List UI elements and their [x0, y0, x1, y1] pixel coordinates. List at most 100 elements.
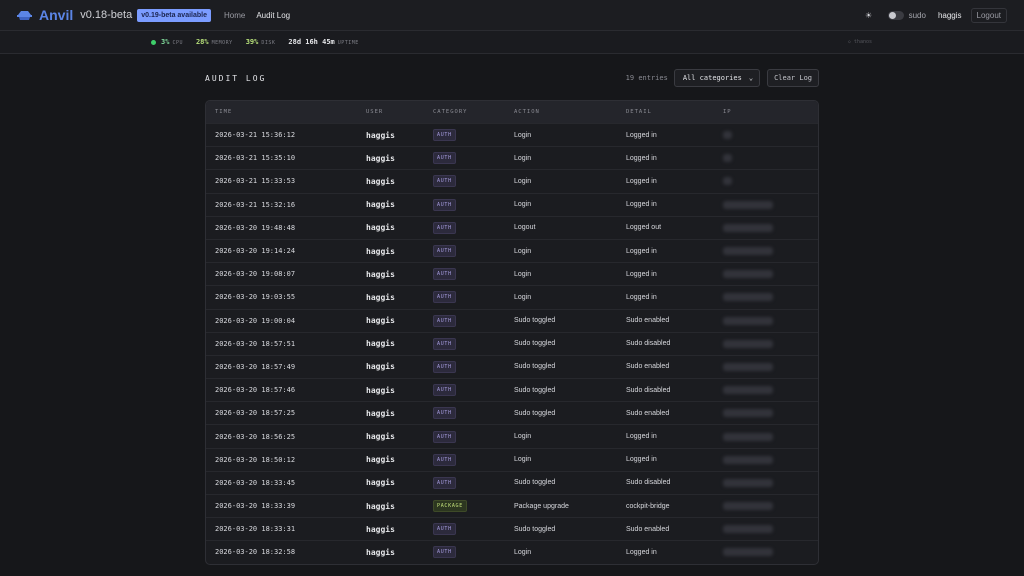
cell-user: haggis: [357, 146, 424, 170]
redacted-ip: [723, 270, 773, 279]
column-header-time[interactable]: TIME: [206, 101, 357, 124]
category-badge: AUTH: [433, 430, 456, 443]
cell-action: Login: [505, 122, 617, 147]
table-row[interactable]: 2026-03-21 15:36:12 haggis AUTH Login Logged…: [206, 122, 818, 147]
column-header-category[interactable]: CATEGORY: [424, 101, 505, 124]
logout-button[interactable]: Logout: [970, 7, 1007, 23]
table-row[interactable]: 2026-03-20 18:57:25 haggis AUTH Sudo toggle…: [206, 401, 818, 425]
cell-user: haggis: [357, 285, 424, 309]
cell-detail: Logged in: [617, 262, 714, 286]
cell-action: Logout: [505, 215, 617, 240]
stat-uptime: 28d 16h 45m UPTIME: [288, 38, 358, 46]
table-row[interactable]: 2026-03-21 15:33:53 haggis AUTH Login Logged…: [206, 169, 818, 194]
table-row[interactable]: 2026-03-20 18:57:46 haggis AUTH Sudo toggle…: [206, 378, 818, 402]
category-badge: AUTH: [433, 175, 456, 188]
cell-detail: Sudo disabled: [617, 470, 714, 495]
stat-uptime-label: UPTIME: [337, 40, 359, 46]
table-row[interactable]: 2026-03-20 19:14:24 haggis AUTH Login Logged…: [206, 238, 818, 263]
cell-detail: Logged in: [617, 424, 714, 449]
category-filter-value: All categories: [682, 74, 742, 82]
category-badge: AUTH: [433, 453, 456, 466]
cell-action: Login: [505, 424, 617, 449]
cell-ip: [714, 215, 818, 240]
cell-category: AUTH: [424, 169, 505, 194]
table-row[interactable]: 2026-03-20 19:48:48 haggis AUTH Logout Logge…: [206, 215, 818, 240]
cell-ip: [714, 540, 818, 564]
table-row[interactable]: 2026-03-20 18:56:25 haggis AUTH Login Logged…: [206, 424, 818, 449]
cell-ip: [714, 285, 818, 309]
cell-user: haggis: [357, 424, 424, 449]
column-header-ip[interactable]: IP: [714, 101, 818, 124]
cell-ip: [714, 192, 818, 217]
table-row[interactable]: 2026-03-20 19:08:07 haggis AUTH Login Logged…: [206, 262, 818, 286]
cell-category: AUTH: [424, 122, 505, 147]
cell-user: haggis: [357, 262, 424, 286]
table-row[interactable]: 2026-03-20 18:33:39 haggis PACKAGE Package …: [206, 493, 818, 518]
cell-user: haggis: [357, 122, 424, 147]
cell-category: AUTH: [424, 262, 505, 286]
anvil-logo-icon[interactable]: [17, 9, 32, 21]
category-badge: AUTH: [433, 129, 456, 142]
cell-detail: cockpit-bridge: [617, 493, 714, 518]
brand-name[interactable]: Anvil: [39, 7, 73, 23]
column-header-detail[interactable]: DETAIL: [617, 101, 714, 124]
cell-detail: Logged in: [617, 122, 714, 147]
cell-time: 2026-03-20 19:03:55: [206, 285, 357, 309]
cell-ip: [714, 262, 818, 286]
category-badge: AUTH: [433, 546, 456, 559]
stat-cpu-value: 3%: [161, 38, 170, 46]
table-row[interactable]: 2026-03-21 15:35:10 haggis AUTH Login Logged…: [206, 146, 818, 170]
cell-time: 2026-03-20 18:50:12: [206, 447, 357, 472]
table-row[interactable]: 2026-03-20 19:00:04 haggis AUTH Sudo toggle…: [206, 308, 818, 333]
table-row[interactable]: 2026-03-20 18:57:51 haggis AUTH Sudo toggle…: [206, 331, 818, 356]
cell-category: AUTH: [424, 540, 505, 564]
category-badge: AUTH: [433, 198, 456, 211]
table-row[interactable]: 2026-03-21 15:32:16 haggis AUTH Login Logged…: [206, 192, 818, 217]
cell-time: 2026-03-20 18:57:25: [206, 401, 357, 425]
cell-action: Login: [505, 192, 617, 217]
column-header-user[interactable]: USER: [357, 101, 424, 124]
version-label: v0.18-beta: [80, 9, 133, 21]
table-row[interactable]: 2026-03-20 18:32:58 haggis AUTH Login Logged…: [206, 540, 818, 564]
stat-cpu-label: CPU: [172, 40, 183, 46]
table-row[interactable]: 2026-03-20 18:33:31 haggis AUTH Sudo toggle…: [206, 517, 818, 541]
table-row[interactable]: 2026-03-20 19:03:55 haggis AUTH Login Logged…: [206, 285, 818, 309]
table-row[interactable]: 2026-03-20 18:50:12 haggis AUTH Login Logged…: [206, 447, 818, 472]
cell-ip: [714, 378, 818, 402]
cell-ip: [714, 331, 818, 356]
cell-user: haggis: [357, 540, 424, 564]
table-row[interactable]: 2026-03-20 18:57:49 haggis AUTH Sudo toggle…: [206, 354, 818, 379]
stat-disk-label: DISK: [261, 40, 276, 46]
column-header-action[interactable]: ACTION: [505, 101, 617, 124]
stat-memory-value: 28%: [195, 38, 209, 46]
sudo-toggle[interactable]: [887, 10, 904, 20]
nav-link-audit-log[interactable]: Audit Log: [256, 11, 290, 20]
cell-user: haggis: [357, 447, 424, 472]
category-filter-select[interactable]: All categories ⌄: [673, 69, 761, 87]
redacted-ip: [723, 316, 773, 325]
clear-log-button[interactable]: Clear Log: [767, 69, 819, 87]
cell-detail: Sudo enabled: [617, 354, 714, 379]
category-badge: AUTH: [433, 291, 456, 304]
cell-detail: Logged in: [617, 447, 714, 472]
nav-link-home[interactable]: Home: [224, 11, 245, 20]
cell-action: Login: [505, 447, 617, 472]
cell-detail: Sudo enabled: [617, 308, 714, 333]
status-dot-icon: [151, 39, 156, 45]
cell-ip: [714, 401, 818, 425]
cell-category: AUTH: [424, 308, 505, 333]
cell-detail: Logged in: [617, 540, 714, 564]
cell-detail: Logged in: [617, 238, 714, 263]
redacted-ip: [723, 502, 773, 511]
cell-category: AUTH: [424, 517, 505, 541]
cell-user: haggis: [357, 401, 424, 425]
stat-memory-label: MEMORY: [211, 40, 233, 46]
cell-category: PACKAGE: [424, 493, 505, 518]
theme-toggle-sun-icon[interactable]: ☀: [862, 8, 876, 22]
update-available-badge[interactable]: v0.19-beta available: [137, 8, 211, 22]
cell-user: haggis: [357, 215, 424, 240]
cell-user: haggis: [357, 354, 424, 379]
cell-action: Sudo toggled: [505, 470, 617, 495]
cell-action: Login: [505, 540, 617, 564]
table-row[interactable]: 2026-03-20 18:33:45 haggis AUTH Sudo toggle…: [206, 470, 818, 495]
